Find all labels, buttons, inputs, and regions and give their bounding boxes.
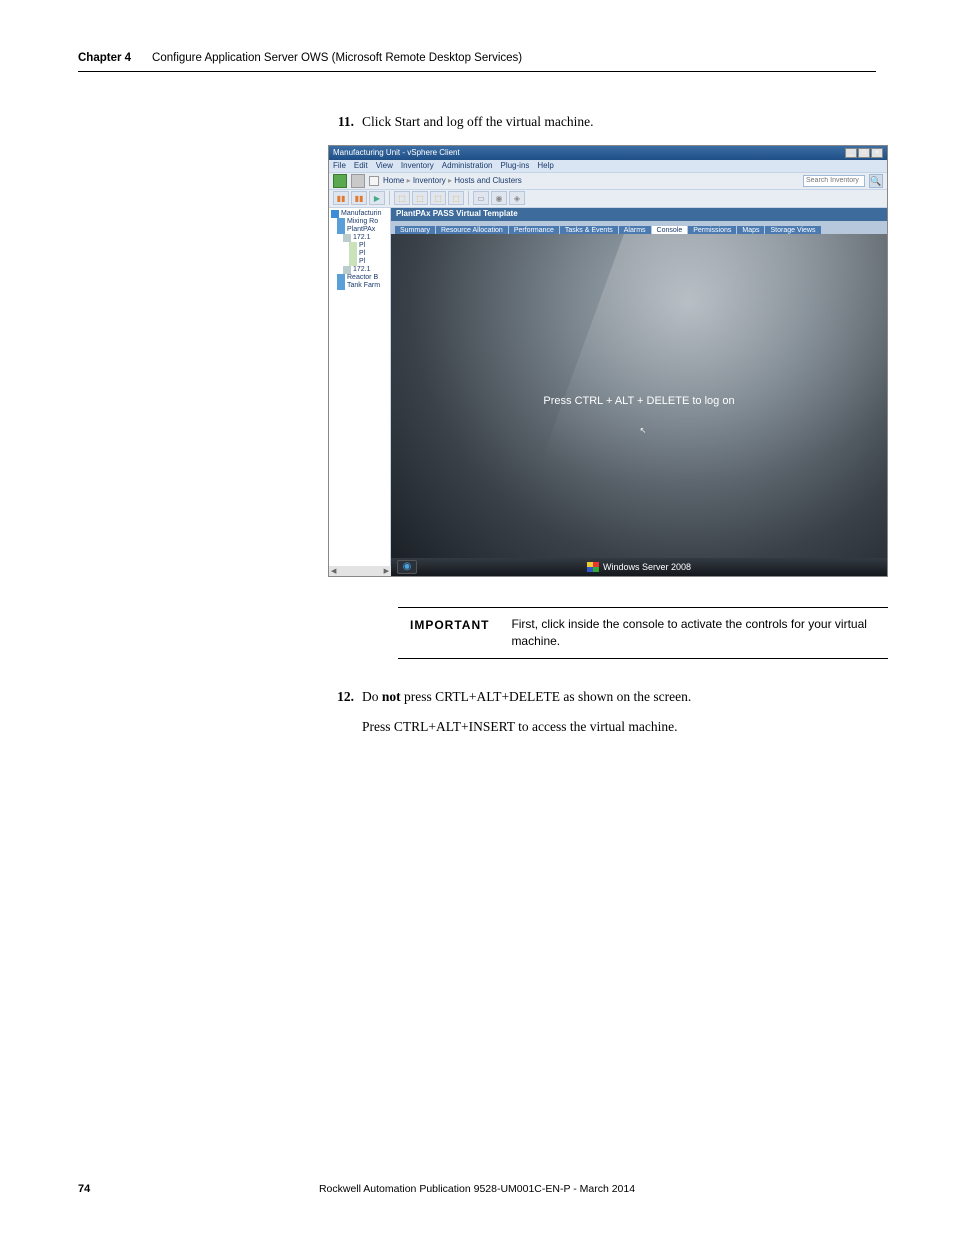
tree-node[interactable]: Reactor B <box>331 274 390 282</box>
vsphere-screenshot: Manufacturing Unit - vSphere Client _ □ … <box>328 145 888 577</box>
pause-icon[interactable]: ▮▮ <box>333 191 349 205</box>
toolbar-divider <box>468 191 469 205</box>
menu-bar: File Edit View Inventory Administration … <box>329 160 887 172</box>
windows-taskbar: ◉ Windows Server 2008 <box>391 558 887 576</box>
folder-icon <box>337 218 345 226</box>
login-prompt: Press CTRL + ALT + DELETE to log on <box>391 395 887 407</box>
window-title: Manufacturing Unit - vSphere Client <box>333 148 460 157</box>
breadcrumb-home[interactable]: Home <box>383 176 404 185</box>
toolbar: ▮▮ ▮▮ ▶ ⬚ ⬚ ⬚ ⬚ ▭ ◉ ◈ <box>329 190 887 208</box>
step-12: 12. Do not press CRTL+ALT+DELETE as show… <box>328 687 888 739</box>
tab-resource[interactable]: Resource Allocation <box>436 226 508 234</box>
host-icon <box>343 234 351 242</box>
maximize-button[interactable]: □ <box>858 148 870 158</box>
footer-publication: Rockwell Automation Publication 9528-UM0… <box>78 1183 876 1195</box>
tree-vm[interactable]: Pl <box>331 242 390 250</box>
tree-node[interactable]: Mixing Ro <box>331 218 390 226</box>
vm-icon <box>349 250 357 258</box>
nav-bar: Home ▸ Inventory ▸ Hosts and Clusters 🔍 <box>329 172 887 190</box>
windows-flag-icon <box>587 562 599 572</box>
chapter-label: Chapter 4 <box>78 52 131 64</box>
tree-node[interactable]: PlantPAx <box>331 226 390 234</box>
step-text: Click Start and log off the virtual mach… <box>362 112 888 133</box>
tree-root[interactable]: Manufacturin <box>331 210 390 218</box>
revert-icon[interactable]: ⬚ <box>412 191 428 205</box>
tree-host[interactable]: 172.1 <box>331 234 390 242</box>
stop-icon[interactable]: ▮▮ <box>351 191 367 205</box>
step-11: 11. Click Start and log off the virtual … <box>328 112 888 133</box>
chapter-title: Configure Application Server OWS (Micros… <box>152 52 522 64</box>
menu-help[interactable]: Help <box>537 161 553 170</box>
tab-summary[interactable]: Summary <box>395 226 435 234</box>
important-text: First, click inside the console to activ… <box>511 616 888 650</box>
window-title-bar: Manufacturing Unit - vSphere Client _ □ … <box>329 146 887 160</box>
tab-storage[interactable]: Storage Views <box>765 226 820 234</box>
menu-administration[interactable]: Administration <box>442 161 493 170</box>
scroll-left-icon[interactable]: ◀ <box>331 567 336 575</box>
folder-icon <box>337 274 345 282</box>
windows-server-brand: Windows Server 2008 <box>587 562 691 572</box>
nav-forward-button[interactable] <box>351 174 365 188</box>
inventory-tree: Manufacturin Mixing Ro PlantPAx 172.1 Pl… <box>329 208 391 576</box>
tab-tasks[interactable]: Tasks & Events <box>560 226 618 234</box>
important-label: IMPORTANT <box>410 616 489 650</box>
vm-console[interactable]: Press CTRL + ALT + DELETE to log on ↖ ◉ … <box>391 234 887 576</box>
snapshot-icon[interactable]: ⬚ <box>394 191 410 205</box>
tree-node[interactable]: Tank Farm <box>331 282 390 290</box>
minimize-button[interactable]: _ <box>845 148 857 158</box>
search-icon[interactable]: 🔍 <box>869 174 883 188</box>
toolbar-divider <box>389 191 390 205</box>
nav-back-button[interactable] <box>333 174 347 188</box>
search-input[interactable] <box>803 175 865 187</box>
vm-icon <box>349 258 357 266</box>
step-text: Do not press CRTL+ALT+DELETE as shown on… <box>362 687 888 739</box>
close-button[interactable]: × <box>871 148 883 158</box>
tab-performance[interactable]: Performance <box>509 226 559 234</box>
folder-icon <box>337 282 345 290</box>
breadcrumb-inventory[interactable]: Inventory <box>413 176 446 185</box>
menu-plugins[interactable]: Plug-ins <box>500 161 529 170</box>
tab-maps[interactable]: Maps <box>737 226 764 234</box>
start-button[interactable]: ◉ <box>397 560 417 574</box>
menu-inventory[interactable]: Inventory <box>401 161 434 170</box>
floppy-icon[interactable]: ◈ <box>509 191 525 205</box>
console-icon[interactable]: ▭ <box>473 191 489 205</box>
detail-header: PlantPAx PASS Virtual Template <box>391 208 887 221</box>
vm-icon <box>349 242 357 250</box>
running-header: Chapter 4 Configure Application Server O… <box>78 50 876 65</box>
step-number: 12. <box>328 687 354 739</box>
window-button-group: _ □ × <box>845 148 883 158</box>
scroll-right-icon[interactable]: ▶ <box>384 567 389 575</box>
step-number: 11. <box>328 112 354 133</box>
tab-alarms[interactable]: Alarms <box>619 226 651 234</box>
cd-icon[interactable]: ◉ <box>491 191 507 205</box>
manage-icon[interactable]: ⬚ <box>430 191 446 205</box>
tab-permissions[interactable]: Permissions <box>688 226 736 234</box>
header-rule <box>78 71 876 72</box>
home-icon[interactable] <box>369 176 379 186</box>
cursor-icon: ↖ <box>639 425 647 435</box>
play-icon[interactable]: ▶ <box>369 191 385 205</box>
detail-pane: PlantPAx PASS Virtual Template Summary R… <box>391 208 887 576</box>
tab-strip: Summary Resource Allocation Performance … <box>391 221 887 234</box>
tab-console[interactable]: Console <box>652 226 688 234</box>
tree-vm[interactable]: Pl <box>331 250 390 258</box>
clone-icon[interactable]: ⬚ <box>448 191 464 205</box>
tree-vm[interactable]: Pl <box>331 258 390 266</box>
host-icon <box>343 266 351 274</box>
important-callout: IMPORTANT First, click inside the consol… <box>398 607 888 659</box>
tree-scrollbar[interactable]: ◀▶ <box>329 566 391 576</box>
windows-server-label: Windows Server 2008 <box>603 562 691 572</box>
main-area: Manufacturin Mixing Ro PlantPAx 172.1 Pl… <box>329 208 887 576</box>
tree-host[interactable]: 172.1 <box>331 266 390 274</box>
menu-edit[interactable]: Edit <box>354 161 368 170</box>
breadcrumb-hosts[interactable]: Hosts and Clusters <box>454 176 522 185</box>
breadcrumb: Home ▸ Inventory ▸ Hosts and Clusters <box>383 176 522 185</box>
datacenter-icon <box>331 210 339 218</box>
callout-bottom-rule <box>398 658 888 659</box>
menu-view[interactable]: View <box>376 161 393 170</box>
search-area: 🔍 <box>803 174 883 188</box>
menu-file[interactable]: File <box>333 161 346 170</box>
folder-icon <box>337 226 345 234</box>
